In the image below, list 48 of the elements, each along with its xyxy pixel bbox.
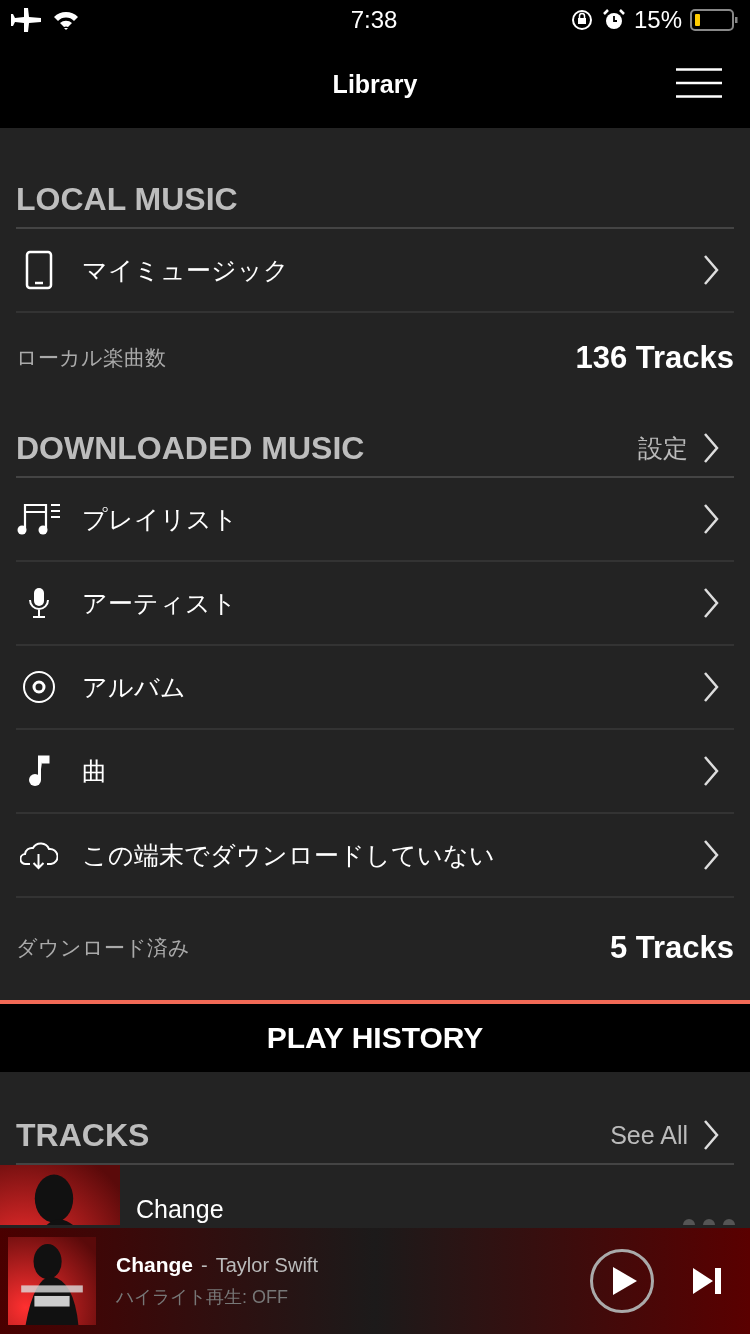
count-label: ローカル楽曲数 [16,345,166,371]
phone-icon [25,250,53,290]
wifi-icon [52,9,80,31]
playback-mode: ハイライト再生: OFF [116,1286,289,1309]
count-label: ダウンロード済み [16,935,190,961]
list-item[interactable]: この端末でダウンロードしていない [16,814,734,898]
microphone-icon [28,587,50,619]
music-list-icon [16,502,62,536]
cloud-download-icon [20,840,58,870]
list-item[interactable]: マイミュージック [16,229,734,313]
next-button[interactable] [692,1267,722,1295]
list-item[interactable]: アルバム [16,646,734,730]
list-item[interactable]: アーティスト [16,562,734,646]
page-title: Library [332,69,418,99]
list-item[interactable]: 曲 [16,730,734,814]
battery-percent: 15% [633,6,682,34]
play-icon [612,1266,638,1296]
chevron-icon [702,431,720,465]
skip-forward-icon [692,1267,722,1295]
chevron-icon [702,670,720,704]
track-count: 5 Tracks [609,930,734,966]
section-heading: LOCAL MUSIC [16,180,238,218]
chevron-icon [702,586,720,620]
chevron-icon [702,754,720,788]
clock-time: 7:38 [350,6,398,34]
track-count: 136 Tracks [575,340,734,376]
section-link[interactable]: 設定 [638,431,734,465]
section-heading: DOWNLOADED MUSIC [16,429,365,467]
chevron-icon [702,838,720,872]
chevron-icon [702,253,720,287]
disc-icon [22,670,56,704]
list-item[interactable]: プレイリスト [16,478,734,562]
rotation-lock-icon [569,8,594,32]
music-note-icon [28,755,50,787]
battery-icon [690,8,738,32]
separator: - [201,1254,208,1277]
chevron-icon [702,502,720,536]
section-link[interactable]: See All [610,1118,734,1152]
menu-button[interactable] [676,68,722,98]
artist-name: Taylor Swift [215,1254,318,1277]
play-button[interactable] [590,1249,654,1313]
song-title: Change [116,1253,193,1277]
menu-icon [676,68,722,98]
section-heading: TRACKS [16,1116,150,1154]
airplane-icon [10,7,42,33]
banner-title: PLAY HISTORY [266,1021,484,1055]
alarm-clock-icon [601,8,626,32]
chevron-icon [702,1118,720,1152]
